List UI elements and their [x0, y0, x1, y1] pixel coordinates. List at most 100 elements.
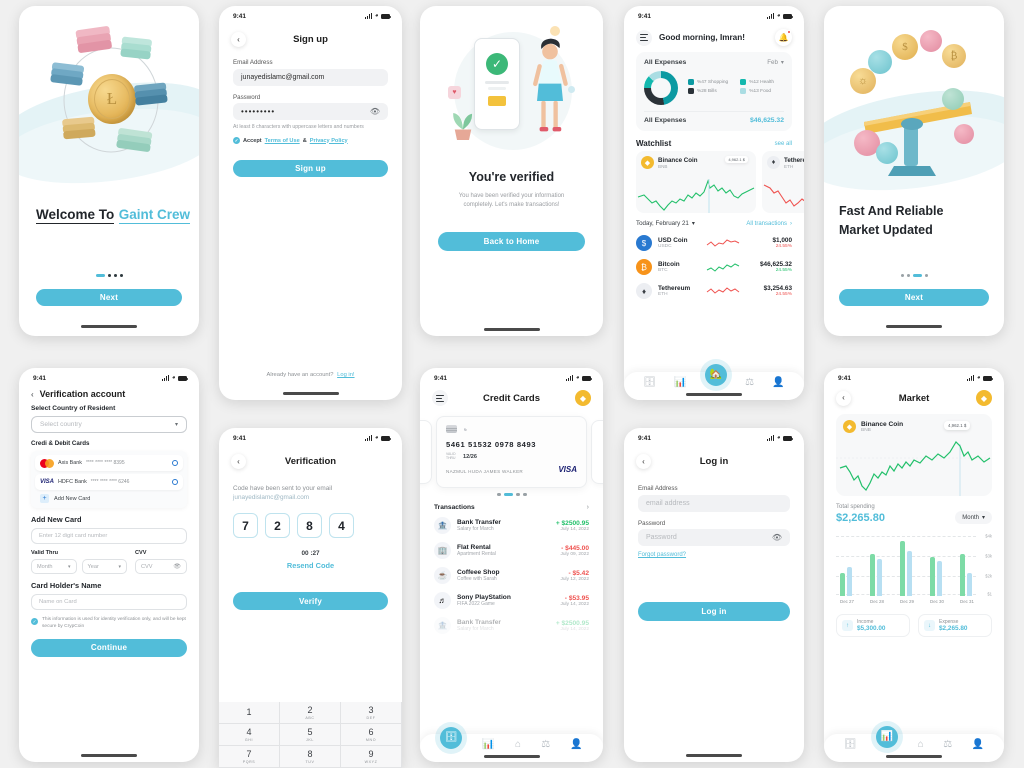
- income-summary[interactable]: ↑ Income $5,300.00: [836, 614, 910, 637]
- transaction-row[interactable]: 🏦 Bank Transfer Salary for March + $2500…: [434, 513, 589, 538]
- country-select[interactable]: Select country ▾: [31, 416, 187, 433]
- card-peek-left[interactable]: [420, 420, 432, 484]
- radio-button[interactable]: [172, 460, 178, 466]
- key-5[interactable]: 5 JKL: [280, 724, 341, 746]
- dot-1[interactable]: [900, 274, 904, 277]
- pagination-dots[interactable]: [19, 274, 199, 277]
- card-number-input[interactable]: Enter 12 digit card number: [31, 528, 187, 544]
- otp-digit-4[interactable]: 4: [329, 513, 354, 538]
- next-button[interactable]: Next: [36, 289, 182, 306]
- otp-digit-3[interactable]: 8: [297, 513, 322, 538]
- eye-off-icon[interactable]: 👁: [772, 533, 782, 542]
- key-6[interactable]: 6 MNO: [341, 724, 402, 746]
- all-transactions-link[interactable]: All transactions ›: [746, 221, 792, 227]
- key-7[interactable]: 7 PQRS: [219, 746, 280, 768]
- chevron-right-icon[interactable]: ›: [587, 504, 589, 511]
- dot-4[interactable]: [522, 493, 527, 496]
- consent-row[interactable]: ✓ This information is used for identity …: [31, 617, 187, 631]
- back-button[interactable]: ‹: [31, 390, 34, 399]
- wallet-fab-button[interactable]: 🗄: [440, 726, 463, 749]
- key-8[interactable]: 8 TUV: [280, 746, 341, 768]
- add-new-card-row[interactable]: + Add New Card: [35, 493, 183, 504]
- eye-off-icon[interactable]: 👁: [370, 107, 380, 116]
- date-filter[interactable]: Today, February 21 ▾: [636, 220, 695, 227]
- chart-icon[interactable]: 📊: [674, 377, 686, 388]
- checkbox-checked-icon[interactable]: ✓: [233, 137, 240, 145]
- next-button[interactable]: Next: [839, 289, 989, 306]
- verify-button[interactable]: Verify: [233, 592, 388, 610]
- expense-summary[interactable]: ↓ Expense $2,265.80: [918, 614, 992, 637]
- terms-of-use-link[interactable]: Terms of Use: [265, 138, 300, 144]
- user-icon[interactable]: 👤: [972, 739, 984, 750]
- see-all-link[interactable]: see all: [775, 141, 792, 147]
- email-input[interactable]: email address: [638, 494, 790, 512]
- back-button[interactable]: ‹: [836, 390, 851, 406]
- period-selector[interactable]: Month ▾: [955, 511, 992, 524]
- dot-2[interactable]: [503, 493, 513, 496]
- card-peek-right[interactable]: [591, 420, 603, 484]
- dot-3[interactable]: [912, 274, 922, 277]
- wallet-icon[interactable]: 🗄: [844, 739, 857, 750]
- otp-input-group[interactable]: 7 2 8 4: [233, 513, 388, 538]
- password-input[interactable]: Password 👁: [638, 529, 790, 546]
- otp-digit-2[interactable]: 2: [265, 513, 290, 538]
- user-icon[interactable]: 👤: [570, 739, 582, 750]
- month-select[interactable]: Month ▾: [31, 559, 77, 574]
- home-icon[interactable]: ⌂: [515, 739, 521, 750]
- user-icon[interactable]: 👤: [772, 377, 784, 388]
- privacy-policy-link[interactable]: Privacy Policy: [310, 138, 348, 144]
- terms-row[interactable]: ✓ Accept Terms of Use & Privacy Policy: [233, 137, 388, 145]
- numeric-keypad[interactable]: 1 2 ABC 3 DEF 4 GHI 5 JKL 6 MNO 7 PQRS 8 TUV 9W…: [219, 702, 402, 768]
- chart-fab-button[interactable]: 📊: [876, 725, 899, 748]
- holder-input[interactable]: Name on Card: [31, 594, 187, 610]
- checkbox-checked-icon[interactable]: ✓: [31, 618, 38, 625]
- transaction-row[interactable]: 🏦 Bank Transfer Salary for March + $2500…: [434, 613, 589, 638]
- binance-logo-icon[interactable]: ◆: [575, 390, 591, 406]
- login-submit-button[interactable]: Log in: [638, 602, 790, 621]
- key-9[interactable]: 9 WXYZ: [341, 746, 402, 768]
- period-selector[interactable]: Feb ▾: [767, 59, 784, 66]
- back-button[interactable]: ‹: [636, 454, 651, 469]
- transaction-row[interactable]: ♬ Sony PlayStation FIFA 2022 Game - $53.…: [434, 588, 589, 613]
- key-4[interactable]: 4 GHI: [219, 724, 280, 746]
- email-input[interactable]: junayedislamc@gmail.com: [233, 68, 388, 86]
- saved-card-row[interactable]: Axis Bank **** **** **** 8395: [35, 455, 183, 471]
- coin-row[interactable]: ♦ Tethereum ETH $3,254.63 24.55%: [636, 279, 792, 303]
- login-link[interactable]: Log in!: [337, 372, 354, 378]
- credit-card[interactable]: ◕ 5461 51532 0978 8493 VALID THRU 12/26 …: [436, 416, 587, 488]
- pagination-dots[interactable]: [824, 274, 1004, 277]
- dot-2[interactable]: [906, 274, 910, 277]
- cvv-input[interactable]: CVV 👁: [135, 559, 187, 574]
- dot-1[interactable]: [496, 493, 501, 496]
- transaction-row[interactable]: 🏢 Flat Rental Apartment Rental - $445.00…: [434, 538, 589, 563]
- sliders-icon[interactable]: ⚖: [541, 739, 550, 750]
- back-button[interactable]: ‹: [231, 454, 246, 469]
- hamburger-icon[interactable]: [636, 29, 652, 46]
- back-to-home-button[interactable]: Back to Home: [438, 232, 585, 251]
- watchlist-row[interactable]: ◆ Binance Coin BNB 4,962.1 $ ♦ Tethereum: [624, 151, 804, 213]
- dot-4[interactable]: [119, 274, 123, 277]
- watchlist-card-eth[interactable]: ♦ Tethereum ETH: [762, 151, 804, 213]
- key-3[interactable]: 3 DEF: [341, 702, 402, 724]
- dot-3[interactable]: [515, 493, 520, 496]
- hamburger-icon[interactable]: [432, 390, 448, 406]
- bell-icon[interactable]: 🔔: [775, 29, 792, 46]
- password-input[interactable]: ••••••••• 👁: [233, 103, 388, 120]
- year-select[interactable]: Year ▾: [81, 559, 127, 574]
- dot-2[interactable]: [107, 274, 111, 277]
- dot-3[interactable]: [113, 274, 117, 277]
- market-chart-card[interactable]: ◆ Binance Coin BNB 4,962.1 $: [836, 414, 992, 496]
- radio-button[interactable]: [172, 479, 178, 485]
- card-carousel[interactable]: ◕ 5461 51532 0978 8493 VALID THRU 12/26 …: [420, 414, 603, 492]
- binance-logo-icon[interactable]: ◆: [976, 390, 992, 406]
- transaction-row[interactable]: ☕ Coffeee Shop Coffee with Sarah - $5.42…: [434, 563, 589, 588]
- dot-1[interactable]: [95, 274, 105, 277]
- sliders-icon[interactable]: ⚖: [943, 739, 952, 750]
- resend-code-link[interactable]: Resend Code: [233, 561, 388, 570]
- home-icon[interactable]: ⌂: [918, 739, 924, 750]
- wallet-icon[interactable]: 🗄: [643, 377, 656, 388]
- continue-button[interactable]: Continue: [31, 638, 187, 657]
- dot-4[interactable]: [924, 274, 928, 277]
- signup-submit-button[interactable]: Sign up: [233, 160, 388, 178]
- sliders-icon[interactable]: ⚖: [745, 377, 754, 388]
